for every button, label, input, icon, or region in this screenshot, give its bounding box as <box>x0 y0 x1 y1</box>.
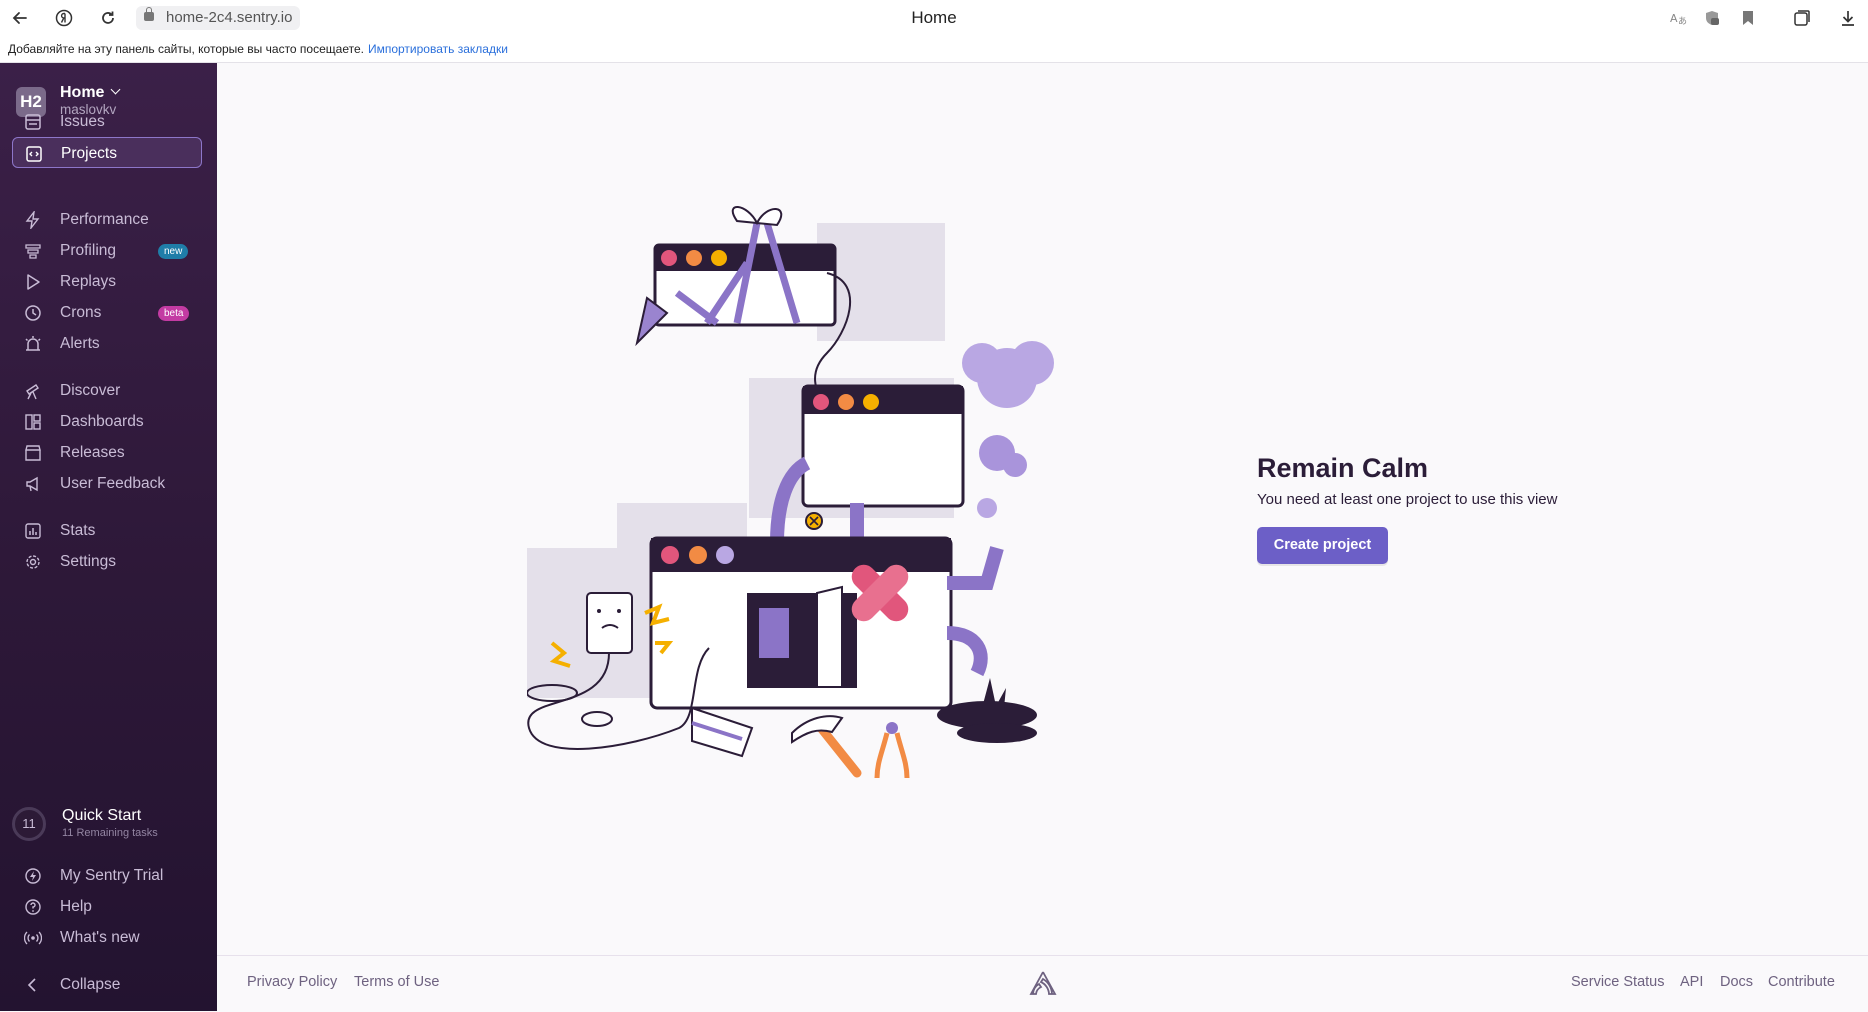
sidebar: H2 Home maslovkv Issues Projects Perform… <box>0 63 217 1011</box>
collections-icon[interactable] <box>1792 8 1812 28</box>
reload-icon[interactable] <box>98 8 118 28</box>
download-icon[interactable] <box>1838 8 1858 28</box>
sidebar-item-label: Dashboards <box>60 413 144 430</box>
gear-icon <box>24 553 42 571</box>
quick-start-title: Quick Start <box>62 807 142 824</box>
sidebar-item-label: What's new <box>60 929 140 946</box>
svg-text:あ: あ <box>1678 16 1687 27</box>
org-name: Home <box>60 84 121 102</box>
profiling-icon <box>24 242 42 260</box>
stats-icon <box>24 522 42 540</box>
yandex-icon[interactable] <box>54 8 74 28</box>
issues-icon <box>24 113 42 131</box>
url-text: home-2c4.sentry.io <box>166 9 293 26</box>
sidebar-item-label: Discover <box>60 382 121 399</box>
main-content: Remain Calm You need at least one projec… <box>217 63 1868 955</box>
beta-badge: beta <box>158 306 190 321</box>
import-bookmarks-link[interactable]: Импортировать закладки <box>368 42 508 56</box>
org-name-text: Home <box>60 84 105 101</box>
sidebar-item-label: Releases <box>60 444 125 461</box>
sidebar-item-label: Issues <box>60 113 105 130</box>
sidebar-collapse[interactable]: Collapse <box>12 969 202 1000</box>
sidebar-item-stats[interactable]: Stats <box>12 515 202 546</box>
privacy-policy-link[interactable]: Privacy Policy <box>247 974 337 990</box>
quick-start[interactable]: 11 Quick Start 11 Remaining tasks <box>12 805 202 847</box>
sidebar-item-whats-new[interactable]: What's new <box>12 922 202 953</box>
telescope-icon <box>24 382 42 400</box>
terms-of-use-link[interactable]: Terms of Use <box>354 974 439 990</box>
sidebar-item-label: Crons <box>60 304 102 321</box>
sidebar-item-label: Projects <box>61 145 117 162</box>
chevron-down-icon <box>111 84 121 95</box>
sidebar-item-projects[interactable]: Projects <box>12 137 202 168</box>
bookmark-bar: Добавляйте на эту панель сайты, которые … <box>0 36 1868 63</box>
footer: Privacy Policy Terms of Use Service Stat… <box>217 955 1868 1012</box>
sidebar-item-crons[interactable]: Crons beta <box>12 297 202 328</box>
sidebar-item-releases[interactable]: Releases <box>12 437 202 468</box>
api-link[interactable]: API <box>1680 974 1703 990</box>
quick-start-subtitle: 11 Remaining tasks <box>62 827 158 839</box>
sidebar-item-help[interactable]: Help <box>12 891 202 922</box>
sidebar-item-label: Replays <box>60 273 116 290</box>
dashboard-icon <box>24 413 42 431</box>
lock-icon <box>144 7 154 21</box>
lightning-icon <box>24 209 42 231</box>
sidebar-item-label: Collapse <box>60 976 121 993</box>
sidebar-item-label: User Feedback <box>60 475 166 492</box>
help-icon <box>24 898 42 916</box>
sidebar-item-replays[interactable]: Replays <box>12 266 202 297</box>
chevron-left-icon <box>24 976 42 994</box>
sentry-logo-icon <box>1029 970 1057 996</box>
sidebar-item-label: Stats <box>60 522 96 539</box>
sidebar-item-alerts[interactable]: Alerts <box>12 328 202 359</box>
docs-link[interactable]: Docs <box>1720 974 1753 990</box>
sidebar-item-discover[interactable]: Discover <box>12 375 202 406</box>
package-icon <box>24 444 42 462</box>
sidebar-item-performance[interactable]: Performance <box>12 204 202 235</box>
contribute-link[interactable]: Contribute <box>1768 974 1835 990</box>
lightning-circle-icon <box>24 867 42 885</box>
empty-state-title: Remain Calm <box>1257 453 1429 483</box>
bookmark-icon[interactable] <box>1738 8 1758 28</box>
projects-icon <box>25 145 43 163</box>
sidebar-item-user-feedback[interactable]: User Feedback <box>12 468 202 499</box>
back-icon[interactable] <box>10 8 30 28</box>
sidebar-item-my-sentry-trial[interactable]: My Sentry Trial <box>12 860 202 891</box>
sidebar-item-dashboards[interactable]: Dashboards <box>12 406 202 437</box>
service-status-link[interactable]: Service Status <box>1571 974 1665 990</box>
sidebar-item-label: Help <box>60 898 92 915</box>
address-bar[interactable]: home-2c4.sentry.io <box>136 6 301 30</box>
siren-icon <box>24 335 42 353</box>
bookmark-bar-message: Добавляйте на эту панель сайты, которые … <box>8 42 364 56</box>
quick-start-progress-ring: 11 <box>12 807 46 841</box>
translate-icon[interactable]: Aあ <box>1668 8 1688 28</box>
play-icon <box>24 273 42 291</box>
timer-icon <box>24 304 42 322</box>
broadcast-icon <box>23 929 43 947</box>
empty-state-subtitle: You need at least one project to use thi… <box>1257 491 1558 508</box>
new-badge: new <box>158 244 189 259</box>
sidebar-item-label: Settings <box>60 553 117 570</box>
sidebar-item-label: Alerts <box>60 335 100 352</box>
sidebar-item-issues[interactable]: Issues <box>12 106 202 137</box>
create-project-button[interactable]: Create project <box>1257 527 1388 564</box>
sidebar-item-profiling[interactable]: Profiling new <box>12 235 202 266</box>
sidebar-item-label: Profiling <box>60 242 116 259</box>
shield-icon[interactable] <box>1702 8 1722 28</box>
svg-text:A: A <box>1670 12 1678 25</box>
broken-robot-illustration <box>527 206 1054 779</box>
sidebar-item-label: My Sentry Trial <box>60 867 164 884</box>
megaphone-icon <box>24 475 42 493</box>
sidebar-item-label: Performance <box>60 211 149 228</box>
browser-toolbar: home-2c4.sentry.io Aあ <box>0 0 1868 36</box>
sidebar-item-settings[interactable]: Settings <box>12 546 202 577</box>
